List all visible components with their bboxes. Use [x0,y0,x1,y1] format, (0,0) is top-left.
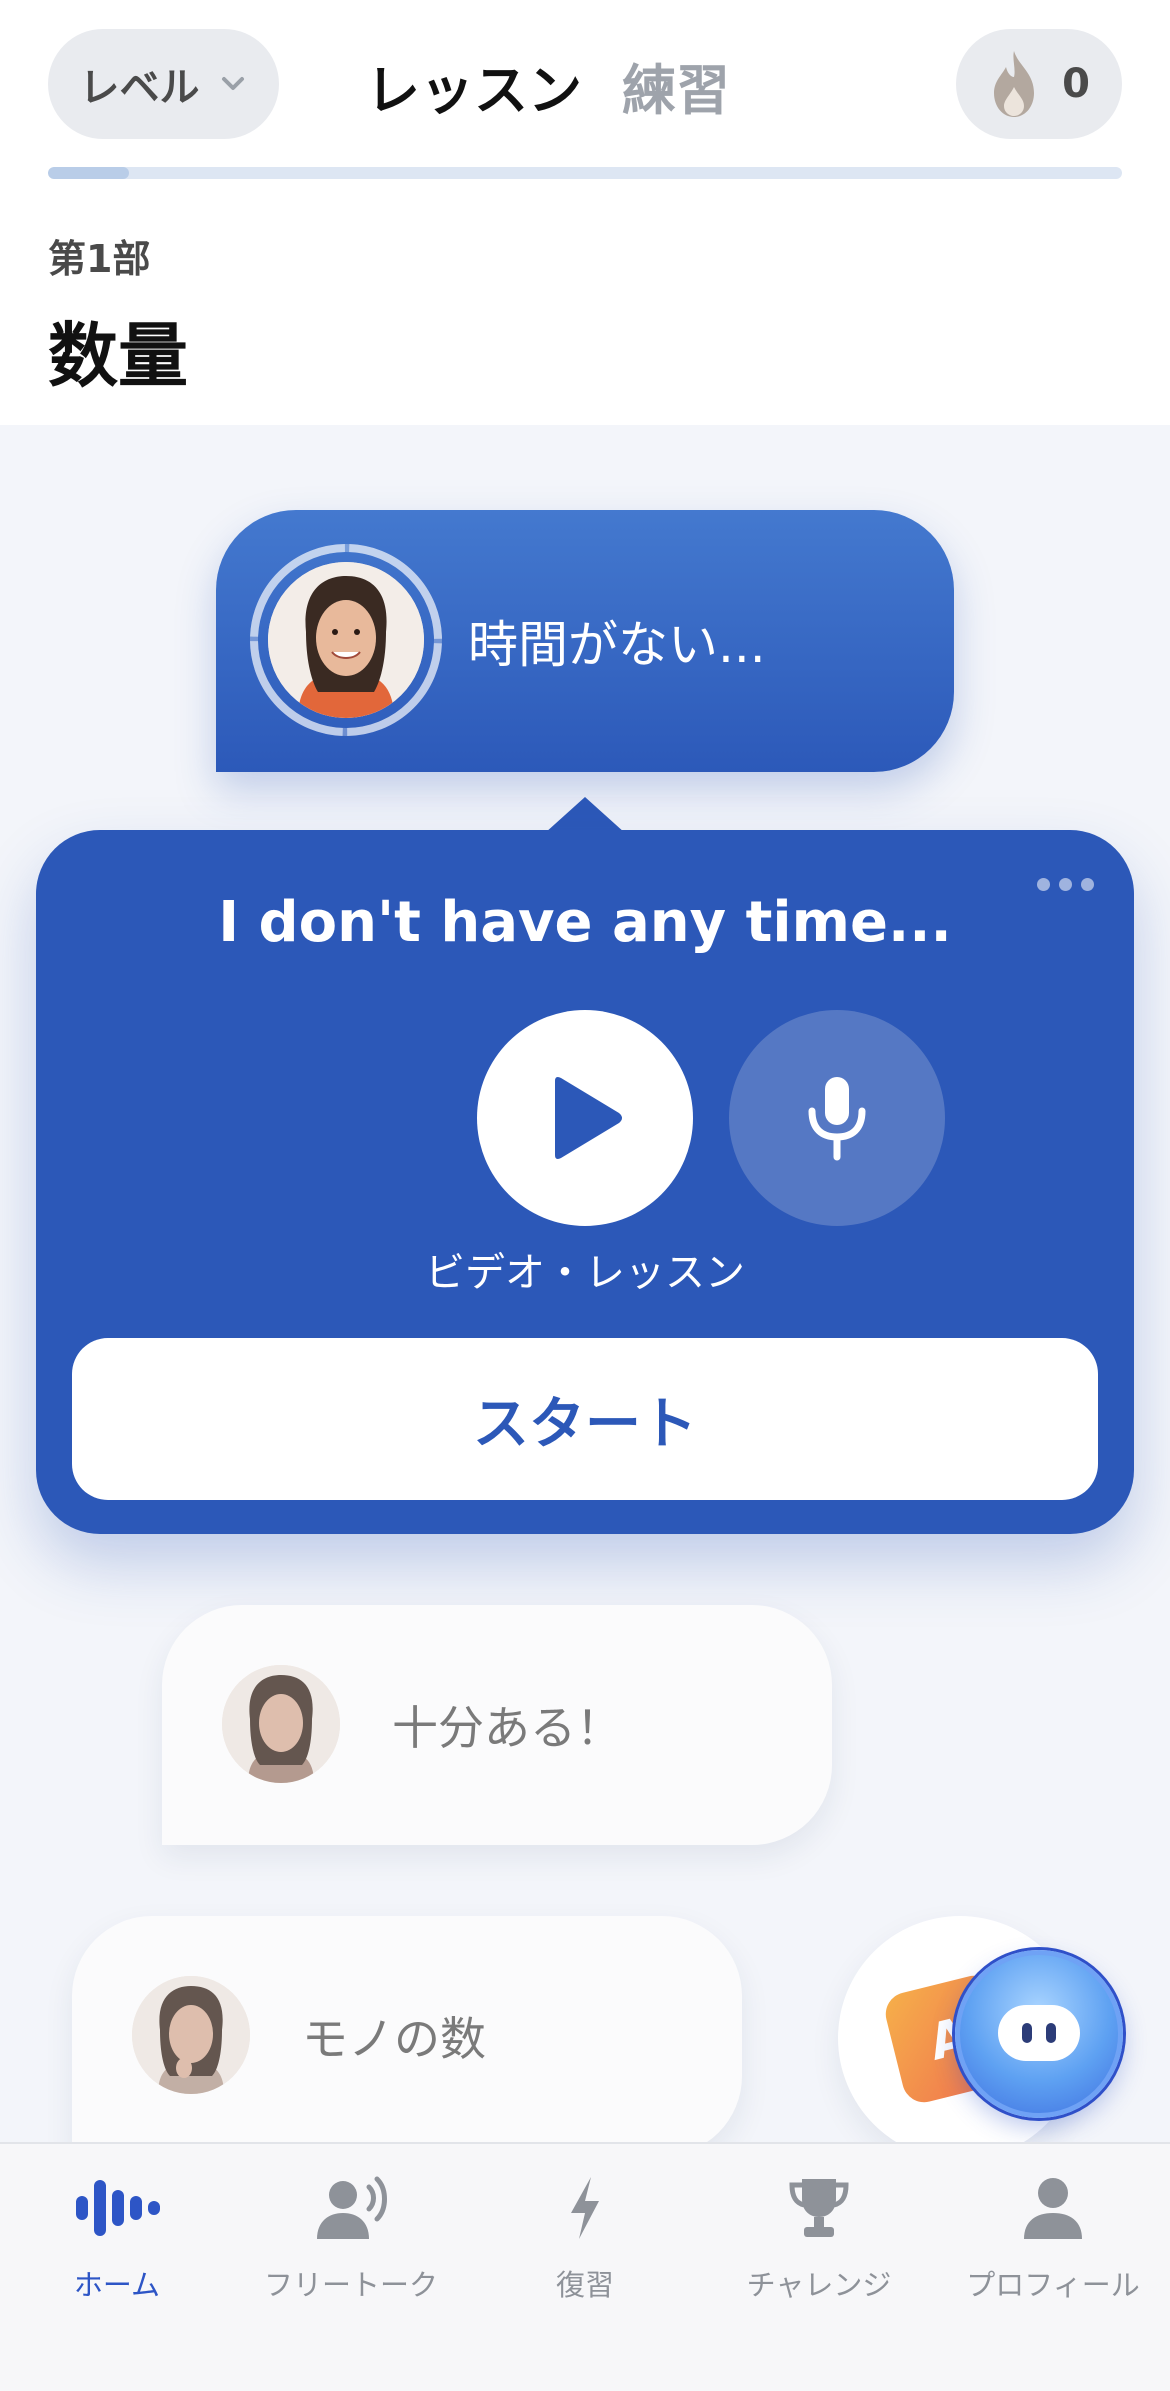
start-button[interactable]: スタート [72,1338,1098,1500]
video-lesson-label: ビデオ・レッスン [36,1240,1134,1298]
microphone-button[interactable] [729,1010,945,1226]
avatar [268,562,424,718]
lesson-pill[interactable]: モノの数 [72,1916,742,2156]
lesson-title: 十分ある！ [392,1701,622,1755]
nav-item-review[interactable]: 復習 [468,2168,702,2328]
chevron-down-icon [221,77,244,90]
lesson-phrase: I don't have any time... [218,890,952,955]
active-lesson-title: 時間がない... [468,616,766,674]
tutor-portrait-icon [222,1665,340,1783]
tab-practice[interactable]: 練習 [622,46,730,125]
nav-label-profile: プロフィール [966,2268,1140,2302]
play-icon [555,1077,622,1159]
lesson-practice-tabs: レッスン 練習 [366,40,730,130]
streak-count: 0 [1062,61,1090,107]
bot-face [998,2005,1080,2061]
lesson-progress-bar [48,167,1122,179]
nav-item-profile[interactable]: プロフィール [936,2168,1170,2328]
home-waveform-icon [76,2180,160,2236]
ai-assistant-bot-icon[interactable] [955,1950,1123,2118]
nav-item-challenge[interactable]: チャレンジ [702,2168,936,2328]
lightning-icon [571,2177,599,2239]
nav-label-home: ホーム [73,2268,161,2302]
nav-item-free-talk[interactable]: フリートーク [234,2168,468,2328]
section-label: 第1部 [48,237,151,281]
lesson-popover-card: I don't have any time... ビデオ・レッスン スタート [36,830,1134,1534]
lesson-title: モノの数 [302,2012,486,2066]
lesson-pill[interactable]: 十分ある！ [162,1605,832,1845]
lesson-progress-ring [246,540,446,740]
play-video-button[interactable] [477,1010,693,1226]
popover-arrow [545,797,625,833]
trophy-icon [789,2179,849,2237]
nav-item-home[interactable]: ホーム [0,2168,234,2328]
speaking-person-icon [317,2176,387,2239]
video-lesson-text: ビデオ・レッスン [425,1250,745,1296]
level-label: レベル [79,65,200,111]
header: レベル レッスン 練習 0 第1部 数量 [0,0,1170,425]
avatar [222,1665,340,1783]
flame-icon [994,51,1035,117]
bottom-navigation: ホーム フリートーク 復習 チャレンジ プロフィール [0,2142,1170,2391]
tab-lesson[interactable]: レッスン [366,46,582,125]
nav-label-challenge: チャレンジ [746,2268,892,2302]
lesson-pill-active[interactable]: 時間がない... [216,510,954,772]
tutor-portrait-icon [268,562,424,718]
streak-button[interactable]: 0 [956,29,1122,139]
lesson-progress-fill [48,167,129,179]
nav-label-review: 復習 [555,2268,614,2302]
microphone-icon [808,1077,866,1161]
section-title: 数量 [48,315,188,397]
nav-label-free-talk: フリートーク [263,2268,438,2302]
tutor-portrait-icon [132,1976,250,2094]
avatar [132,1976,250,2094]
person-icon [1024,2178,1082,2239]
level-selector-button[interactable]: レベル [48,29,279,139]
